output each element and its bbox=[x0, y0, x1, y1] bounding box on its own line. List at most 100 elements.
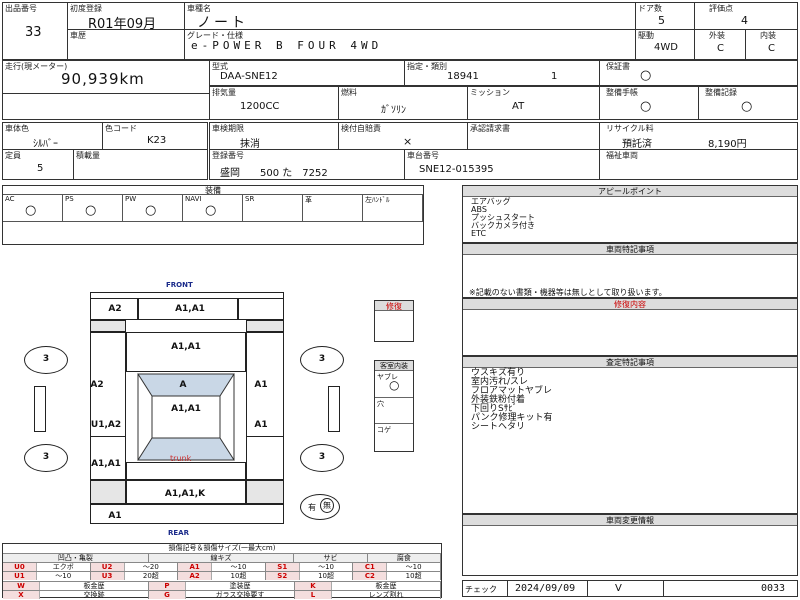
repair-content-panel: 修復内容 bbox=[462, 298, 798, 356]
legend-code: U0 bbox=[3, 563, 37, 571]
chassis-number-value: SNE12-015395 bbox=[419, 164, 494, 175]
repair-content-title: 修復内容 bbox=[463, 299, 797, 310]
check-label: チェック bbox=[465, 585, 497, 594]
left-rear-quarter bbox=[90, 436, 126, 480]
legend-group: 凹凸・亀裂 bbox=[3, 554, 149, 562]
left-door-outline bbox=[34, 386, 46, 432]
type-value: DAA-SNE12 bbox=[220, 71, 278, 82]
right-door-outline bbox=[328, 386, 340, 432]
check-date: 2024/09/09 bbox=[515, 583, 576, 594]
displacement-value: 1200CC bbox=[240, 101, 280, 112]
displacement-cell: 排気量 1200CC bbox=[209, 86, 339, 120]
self-inspect-cell: 検付自賠責 × bbox=[338, 122, 468, 150]
legend-code: K bbox=[295, 582, 332, 590]
doors-cell: ドア数 5 bbox=[635, 2, 695, 30]
inspector-notes-title: 査定特記事項 bbox=[463, 357, 797, 368]
legend-desc: エクボ bbox=[37, 563, 91, 571]
legend-desc: 〜10 bbox=[387, 563, 441, 571]
lot-number-value: 33 bbox=[25, 25, 42, 40]
equipment-item-name: SR bbox=[245, 195, 255, 203]
legend-group: サビ bbox=[294, 554, 368, 562]
designation-value: 18941 bbox=[447, 71, 479, 82]
legend-desc: ガラス交換要す bbox=[186, 591, 295, 599]
legend-code: P bbox=[149, 582, 186, 590]
approval-cell: 承認請求書 bbox=[467, 122, 600, 150]
equipment-item-value: ○ bbox=[85, 203, 97, 218]
manual-value: ○ bbox=[640, 99, 652, 114]
score-cell: 評価点 4 bbox=[694, 2, 798, 30]
right-rear-quarter bbox=[246, 436, 284, 480]
legend-code: U3 bbox=[90, 572, 125, 580]
vehicle-changes-panel: 車両変更情報 bbox=[462, 514, 798, 576]
hood bbox=[126, 332, 246, 372]
special-notes-text: ※記載のない書類・機器等は無しとして取り扱います。 bbox=[469, 288, 667, 297]
interior-tear-value: ○ bbox=[389, 378, 400, 392]
legend-desc: 〜10 bbox=[37, 572, 91, 580]
interior-panel: 客室内装 ヤブレ ○ 穴 コゲ bbox=[374, 360, 414, 452]
equipment-item-name: PS bbox=[65, 195, 74, 203]
recycle-status: 預託済 bbox=[622, 139, 652, 150]
first-registration-cell: 初度登録 R01年09月 bbox=[67, 2, 185, 32]
registration-number-cell: 登録番号 盛岡 500 た 7252 bbox=[209, 149, 405, 180]
legend-code: U2 bbox=[90, 563, 125, 571]
legend-group: 線キズ bbox=[148, 554, 295, 562]
manual-cell: 整備手帳 ○ bbox=[599, 86, 699, 120]
equipment-title: 装備 bbox=[3, 186, 423, 195]
appeal-panel: アピールポイント エアバッグ ABS プッシュスタート バックカメラ付き ETC bbox=[462, 185, 798, 243]
equipment-item: NAVI ○ bbox=[183, 195, 243, 222]
repair-flag-label: 修復 bbox=[375, 301, 413, 311]
legend-row: W 板金歴 P 塗装歴 K 板金歴 bbox=[3, 581, 441, 590]
dmg-front-left: A2 bbox=[108, 304, 122, 314]
legend-desc: 〜10 bbox=[212, 563, 266, 571]
maintenance-cell: 整備記録 ○ bbox=[698, 86, 798, 120]
inspection-value: 抹消 bbox=[240, 139, 260, 150]
capacity-value: 5 bbox=[37, 163, 44, 174]
interior-grade-value: C bbox=[768, 43, 775, 54]
dmg-rear-bumper: A1 bbox=[108, 511, 122, 521]
dmg-right-front-fender: A1 bbox=[254, 380, 268, 390]
exterior-grade-value: C bbox=[717, 43, 724, 54]
dmg-right-door: A1 bbox=[254, 420, 268, 430]
equipment-item-name: 左ﾊﾝﾄﾞﾙ bbox=[365, 196, 390, 204]
equipment-item-name: NAVI bbox=[185, 195, 202, 203]
history-cell: 車歴 bbox=[67, 29, 185, 60]
lot-number-cell: 出品番号 33 bbox=[2, 2, 68, 60]
legend-code: U1 bbox=[3, 572, 37, 580]
load-cell: 積載量 bbox=[73, 149, 208, 180]
legend-row: U0 エクボ U2 〜20 A1 〜10 S1 〜10 C1 〜10 bbox=[3, 562, 441, 571]
legend-desc: 板金歴 bbox=[332, 582, 441, 590]
equipment-item: 革 bbox=[303, 195, 363, 222]
grade-value: e-POWER B FOUR 4WD bbox=[191, 39, 383, 52]
check-mark: V bbox=[615, 583, 622, 594]
dmg-left-rear: A1,A1 bbox=[91, 459, 121, 469]
legend-code: X bbox=[3, 591, 40, 599]
doors-value: 5 bbox=[658, 14, 665, 27]
self-inspect-value: × bbox=[403, 135, 413, 148]
recycle-cell: リサイクル料 預託済 8,190円 bbox=[599, 122, 798, 150]
legend-group: 腐食 bbox=[367, 554, 441, 562]
fuel-value: ｶﾞｿﾘﾝ bbox=[381, 105, 406, 116]
legend-desc: 10超 bbox=[387, 572, 441, 580]
class-value: 1 bbox=[551, 71, 558, 82]
dmg-left-door: U1,A2 bbox=[90, 420, 122, 430]
dmg-rear-panel: A1,A1,K bbox=[164, 489, 206, 499]
appeal-title: アピールポイント bbox=[463, 186, 797, 197]
front-right-corner bbox=[238, 298, 284, 320]
legend-code: L bbox=[295, 591, 332, 599]
color-code-cell: 色コード K23 bbox=[102, 122, 208, 150]
vehicle-changes-title: 車両変更情報 bbox=[463, 515, 797, 526]
special-notes-panel: 車両特記事項 ※記載のない書類・機器等は無しとして取り扱います。 bbox=[462, 243, 798, 298]
equipment-item-value: ○ bbox=[145, 203, 157, 218]
dmg-left-front-fender: A2 bbox=[90, 380, 104, 390]
damage-legend: 損傷記号＆損傷サイズ(一最大cm) 凹凸・亀裂 線キズ サビ 腐食 U0 エクボ U2 〜2… bbox=[2, 543, 442, 599]
equipment-item: 左ﾊﾝﾄﾞﾙ bbox=[363, 195, 423, 222]
repair-flag-box: 修復 bbox=[374, 300, 414, 342]
capacity-cell: 定員 5 bbox=[2, 149, 74, 180]
score-value: 4 bbox=[741, 14, 748, 27]
legend-desc: 10超 bbox=[300, 572, 354, 580]
inspector-notes-panel: 査定特記事項 ウスキズ有り 室内汚れ/スレ フロアマットヤブレ 外装鉄粉付着 下回りSｻ… bbox=[462, 356, 798, 514]
legend-row: X 交換跡 G ガラス交換要す L レンズ割れ bbox=[3, 590, 441, 599]
color-value: ｼﾙﾊﾞｰ bbox=[33, 139, 58, 150]
chassis-number-cell: 車台番号 SNE12-015395 bbox=[404, 149, 600, 180]
legend-code: S2 bbox=[265, 572, 300, 580]
